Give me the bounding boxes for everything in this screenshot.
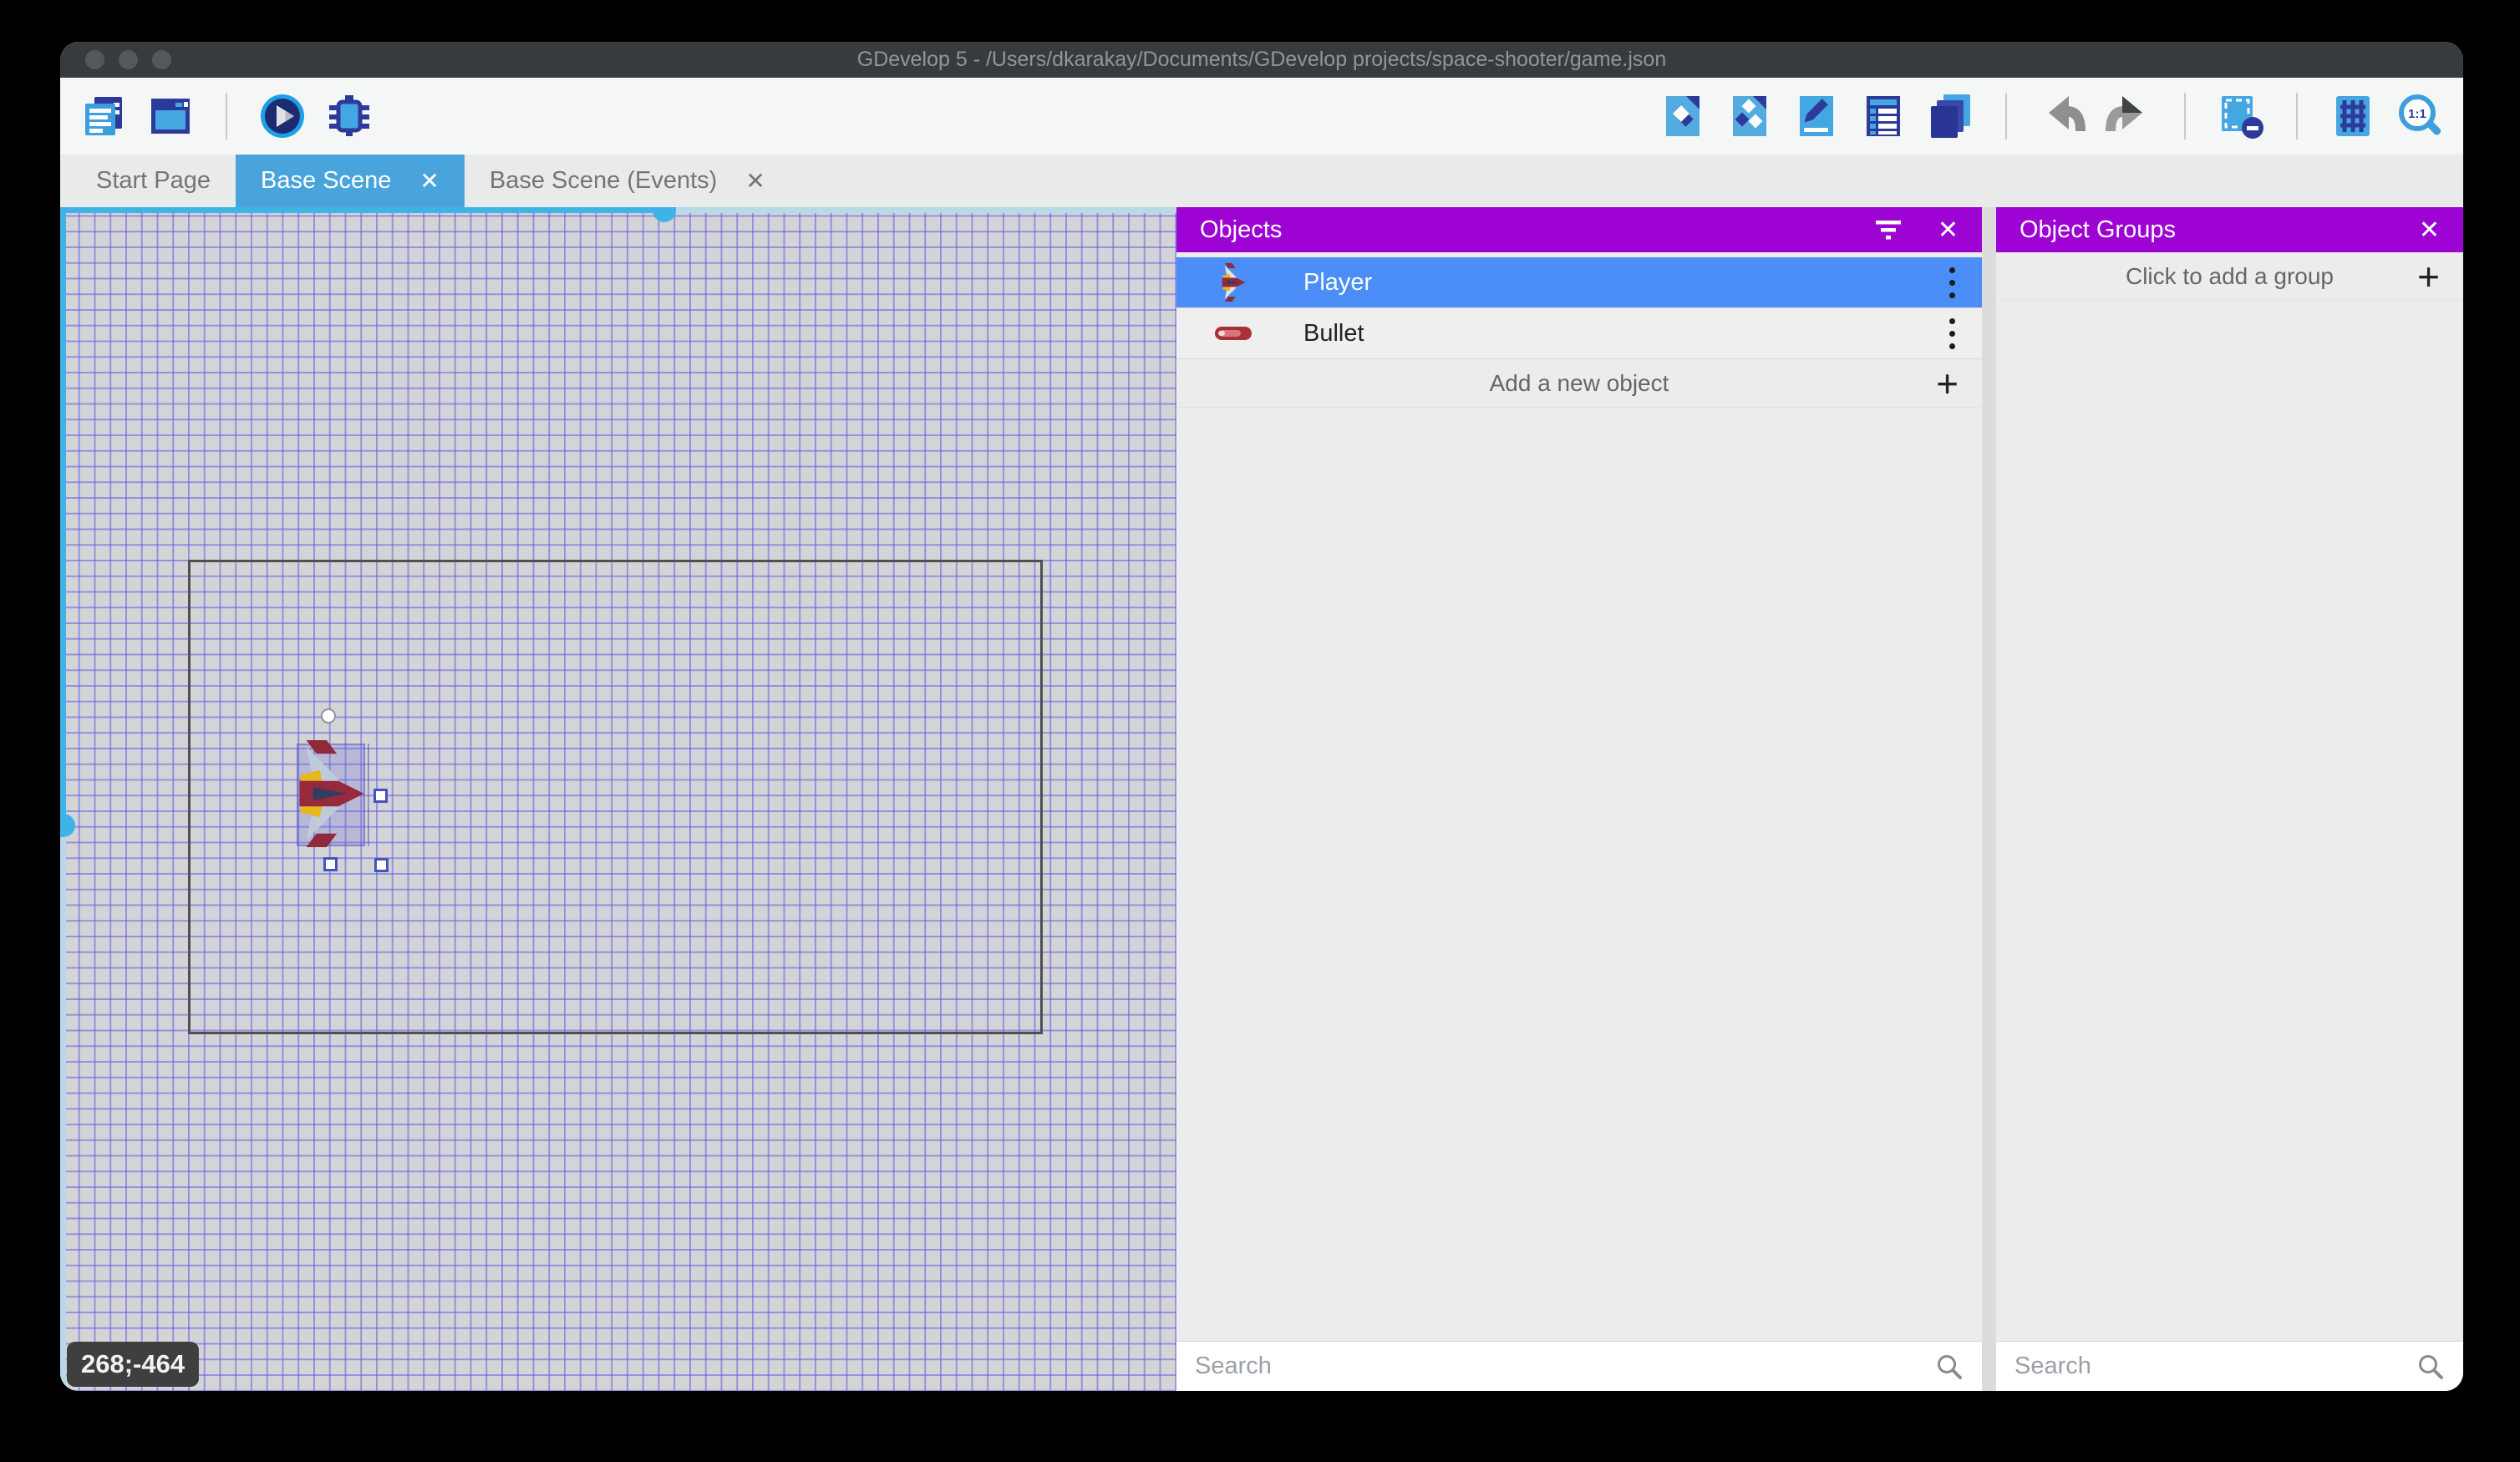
objects-search-bar <box>1176 1341 1982 1391</box>
object-name: Player <box>1303 269 1944 297</box>
close-tab-icon[interactable]: ✕ <box>419 167 439 195</box>
close-panel-icon[interactable]: ✕ <box>1938 216 1959 245</box>
resize-handle-bottom[interactable] <box>323 857 338 871</box>
rotate-handle[interactable] <box>321 708 336 723</box>
tab-label: Base Scene (Events) <box>490 167 717 195</box>
add-object-label: Add a new object <box>1490 370 1669 397</box>
properties-icon[interactable] <box>1793 93 1840 140</box>
canvas-vscroll-knob[interactable] <box>60 814 75 837</box>
player-ship-instance[interactable] <box>292 740 368 847</box>
screenshot-root: { "window": { "title": "GDevelop 5 - /Us… <box>0 0 2520 1462</box>
toolbar-right-group: 1:1 <box>1659 93 2443 140</box>
objects-panel-header: Objects ✕ <box>1176 207 1982 252</box>
object-row-player[interactable]: Player <box>1176 257 1982 308</box>
kebab-menu-icon[interactable] <box>1944 262 1960 303</box>
canvas-hscroll-knob[interactable] <box>653 207 676 222</box>
scene-window-icon[interactable] <box>147 93 194 140</box>
search-icon[interactable] <box>1935 1353 1964 1381</box>
object-name: Bullet <box>1303 320 1944 348</box>
canvas-hscroll-fill <box>60 207 664 213</box>
toolbar-divider <box>2184 93 2186 140</box>
groups-search-bar <box>1996 1341 2463 1391</box>
object-groups-panel: Object Groups ✕ Click to add a group + <box>1996 207 2463 1391</box>
selection-bound-line <box>368 744 369 846</box>
project-manager-icon[interactable] <box>80 93 127 140</box>
toolbar-divider <box>2005 93 2007 140</box>
objects-panel: Objects ✕ <box>1176 207 1982 1391</box>
zoom-window-button[interactable] <box>152 50 171 69</box>
add-object-button[interactable]: Add a new object + <box>1176 359 1982 408</box>
debug-icon[interactable] <box>326 93 373 140</box>
tab-start-page[interactable]: Start Page <box>71 155 236 207</box>
resize-handle-bottom-right[interactable] <box>374 858 389 872</box>
toolbar-divider <box>226 93 227 140</box>
tab-label: Base Scene <box>261 167 391 195</box>
resize-handle-right[interactable] <box>373 789 388 803</box>
canvas-vscroll-fill <box>60 207 66 825</box>
close-panel-icon[interactable]: ✕ <box>2419 216 2440 245</box>
window-title: GDevelop 5 - /Users/dkarakay/Documents/G… <box>60 48 2463 72</box>
undo-icon[interactable] <box>2039 93 2086 140</box>
objects-panel-title: Objects <box>1200 216 1874 244</box>
grid-icon[interactable] <box>2329 93 2376 140</box>
object-row-bullet[interactable]: Bullet <box>1176 308 1982 359</box>
main-toolbar: 1:1 <box>60 78 2463 155</box>
redo-icon[interactable] <box>2106 93 2152 140</box>
groups-search-input[interactable] <box>2014 1353 2416 1380</box>
toolbar-divider <box>2296 93 2298 140</box>
panel-divider[interactable] <box>1982 207 1996 1391</box>
objects-search-input[interactable] <box>1195 1353 1935 1380</box>
tab-base-scene[interactable]: Base Scene ✕ <box>236 155 465 207</box>
kebab-menu-icon[interactable] <box>1944 313 1960 354</box>
scene-canvas[interactable]: 268;-464 <box>60 207 1176 1391</box>
plus-icon: + <box>1936 364 1959 403</box>
player-ship-thumbnail <box>1213 263 1253 302</box>
tab-label: Start Page <box>96 167 211 195</box>
close-tab-icon[interactable]: ✕ <box>745 167 765 195</box>
objects-editor-icon[interactable] <box>1659 93 1706 140</box>
title-bar: GDevelop 5 - /Users/dkarakay/Documents/G… <box>60 42 2463 78</box>
plus-icon: + <box>2417 257 2440 296</box>
groups-panel-title: Object Groups <box>2020 216 2384 244</box>
objects-panel-empty-area <box>1176 408 1982 1341</box>
search-icon[interactable] <box>2416 1353 2445 1381</box>
instances-list-icon[interactable] <box>1860 93 1907 140</box>
cursor-coordinates-badge: 268;-464 <box>67 1342 199 1387</box>
app-window: GDevelop 5 - /Users/dkarakay/Documents/G… <box>60 42 2463 1391</box>
traffic-lights <box>85 50 171 69</box>
minimize-window-button[interactable] <box>119 50 138 69</box>
tab-base-scene-events[interactable]: Base Scene (Events) ✕ <box>465 155 790 207</box>
zoom-1-1-icon[interactable]: 1:1 <box>2396 93 2443 140</box>
add-group-label: Click to add a group <box>2126 263 2334 290</box>
groups-panel-empty-area <box>1996 301 2463 1341</box>
close-window-button[interactable] <box>85 50 104 69</box>
zoom-ratio-label: 1:1 <box>2408 107 2426 121</box>
object-groups-icon[interactable] <box>1726 93 1773 140</box>
layers-icon[interactable] <box>1927 93 1974 140</box>
content-area: 268;-464 Objects ✕ <box>60 207 2463 1391</box>
play-icon[interactable] <box>259 93 306 140</box>
add-group-button[interactable]: Click to add a group + <box>1996 252 2463 301</box>
tab-bar: Start Page Base Scene ✕ Base Scene (Even… <box>60 155 2463 207</box>
groups-panel-header: Object Groups ✕ <box>1996 207 2463 252</box>
bullet-thumbnail <box>1213 325 1253 342</box>
filter-icon[interactable] <box>1874 217 1903 242</box>
mask-instances-icon[interactable] <box>2218 93 2264 140</box>
toolbar-left-group <box>80 93 373 140</box>
